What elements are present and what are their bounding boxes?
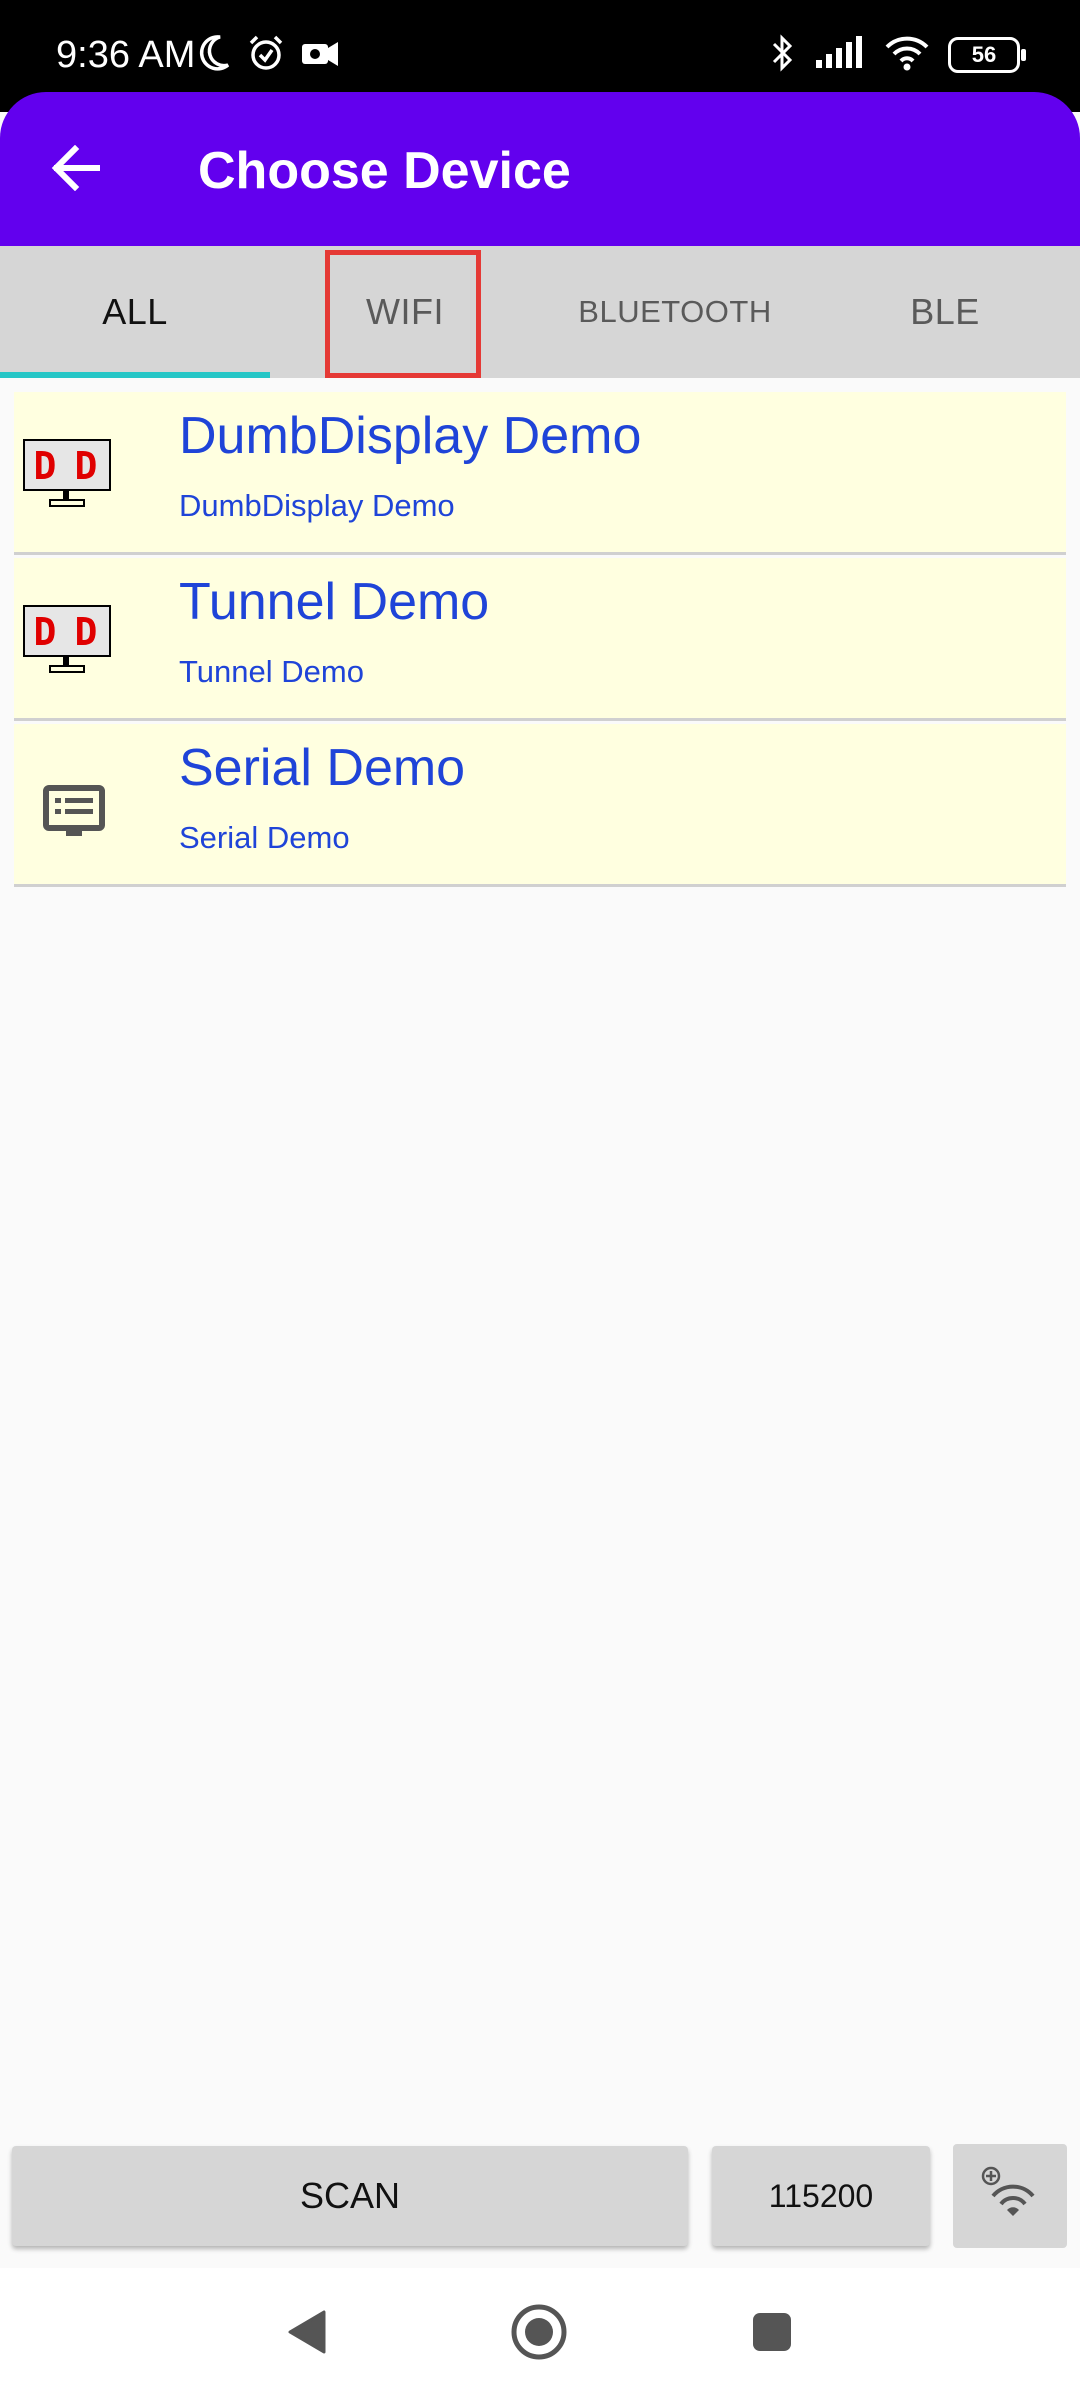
tab-ble[interactable]: BLE [810,246,1080,378]
notification-icon [300,36,340,75]
status-icons-right: 56 [770,30,1026,80]
device-name: Serial Demo [179,739,466,797]
tab-label: BLE [910,291,980,332]
back-button[interactable] [40,134,112,206]
tab-label: WIFI [366,291,444,332]
alarm-icon [246,33,286,78]
dd-display-icon: D D [22,604,112,674]
baud-rate-button[interactable]: 115200 [712,2146,930,2246]
bluetooth-icon [770,33,796,78]
svg-text:D: D [34,444,57,488]
tab-label: ALL [102,291,168,332]
serial-monitor-icon [22,770,112,840]
tab-wifi[interactable]: WIFI [270,246,540,378]
device-name: Tunnel Demo [179,573,490,631]
nav-back-button[interactable] [270,2298,342,2370]
tab-indicator [0,372,270,378]
back-arrow-icon [51,144,101,196]
device-item-dumbdisplay[interactable]: D D DumbDisplay Demo DumbDisplay Demo [14,392,1066,555]
device-name: DumbDisplay Demo [179,407,642,465]
app-bar: Choose Device [0,92,1080,246]
battery-icon: 56 [948,37,1026,73]
device-item-serial[interactable]: Serial Demo Serial Demo [14,724,1066,887]
baud-rate-label: 115200 [768,2177,874,2214]
tab-bar: ALL WIFI BLUETOOTH BLE [0,246,1080,378]
status-time: 9:36 AM [56,34,196,76]
wifi-icon [884,35,930,76]
nav-bar [0,2268,1080,2400]
tab-all[interactable]: ALL [0,246,270,378]
bottom-bar: SCAN 115200 [0,2144,1080,2254]
status-icons-left [198,32,340,78]
nav-back-icon [284,2308,328,2361]
moon-icon [198,33,232,78]
svg-text:D: D [75,444,98,488]
nav-recents-icon [750,2310,794,2359]
tab-label: BLUETOOTH [578,294,772,329]
scan-button-label: SCAN [299,2175,401,2216]
signal-icon [814,35,866,75]
svg-text:D: D [75,610,98,654]
wifi-add-icon [977,2162,1043,2231]
nav-home-button[interactable] [503,2298,575,2370]
device-subtitle: DumbDisplay Demo [179,488,455,523]
tab-bluetooth[interactable]: BLUETOOTH [540,246,810,378]
page-title: Choose Device [198,142,571,200]
device-subtitle: Tunnel Demo [179,654,364,689]
nav-home-icon [509,2302,569,2367]
device-subtitle: Serial Demo [179,820,350,855]
scan-button[interactable]: SCAN [12,2146,688,2246]
device-item-tunnel[interactable]: D D Tunnel Demo Tunnel Demo [14,558,1066,721]
device-list: D D DumbDisplay Demo DumbDisplay Demo D … [14,392,1066,890]
dd-display-icon: D D [22,438,112,508]
add-wifi-button[interactable] [953,2144,1067,2248]
nav-recents-button[interactable] [736,2298,808,2370]
svg-text:D: D [34,610,57,654]
